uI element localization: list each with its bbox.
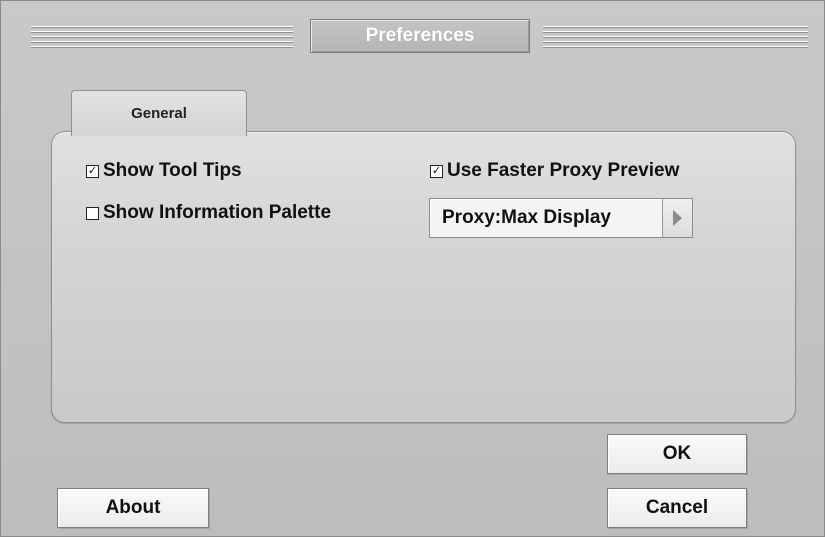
title-rule-right	[543, 26, 808, 54]
show-information-palette-checkbox[interactable]	[86, 206, 99, 220]
show-tool-tips-label: Show Tool Tips	[103, 160, 242, 181]
title-rule-left	[31, 26, 293, 54]
use-faster-proxy-preview-checkbox[interactable]: ✓	[430, 164, 443, 178]
checkmark-icon: ✓	[87, 164, 98, 177]
use-faster-proxy-preview-label: Use Faster Proxy Preview	[447, 160, 680, 181]
show-information-palette-label: Show Information Palette	[103, 202, 332, 223]
proxy-mode-value: Proxy:Max Display	[442, 207, 611, 228]
preferences-dialog: Preferences General ✓ Show Tool Tips Sho…	[0, 0, 825, 537]
about-button[interactable]: About	[57, 488, 209, 528]
show-tool-tips-option[interactable]: ✓ Show Tool Tips	[86, 160, 242, 182]
show-tool-tips-checkbox[interactable]: ✓	[86, 164, 99, 178]
proxy-mode-dropdown[interactable]: Proxy:Max Display	[429, 198, 693, 238]
checkmark-icon: ✓	[431, 164, 442, 177]
dropdown-arrow-button[interactable]	[662, 199, 692, 237]
cancel-button[interactable]: Cancel	[607, 488, 747, 528]
use-faster-proxy-preview-option[interactable]: ✓ Use Faster Proxy Preview	[430, 160, 679, 182]
triangle-right-icon	[673, 210, 682, 226]
tab-general[interactable]: General	[71, 90, 247, 136]
show-information-palette-option[interactable]: Show Information Palette	[86, 202, 331, 224]
title-bar[interactable]: Preferences	[1, 1, 825, 71]
ok-button[interactable]: OK	[607, 434, 747, 474]
window-title: Preferences	[310, 19, 530, 53]
